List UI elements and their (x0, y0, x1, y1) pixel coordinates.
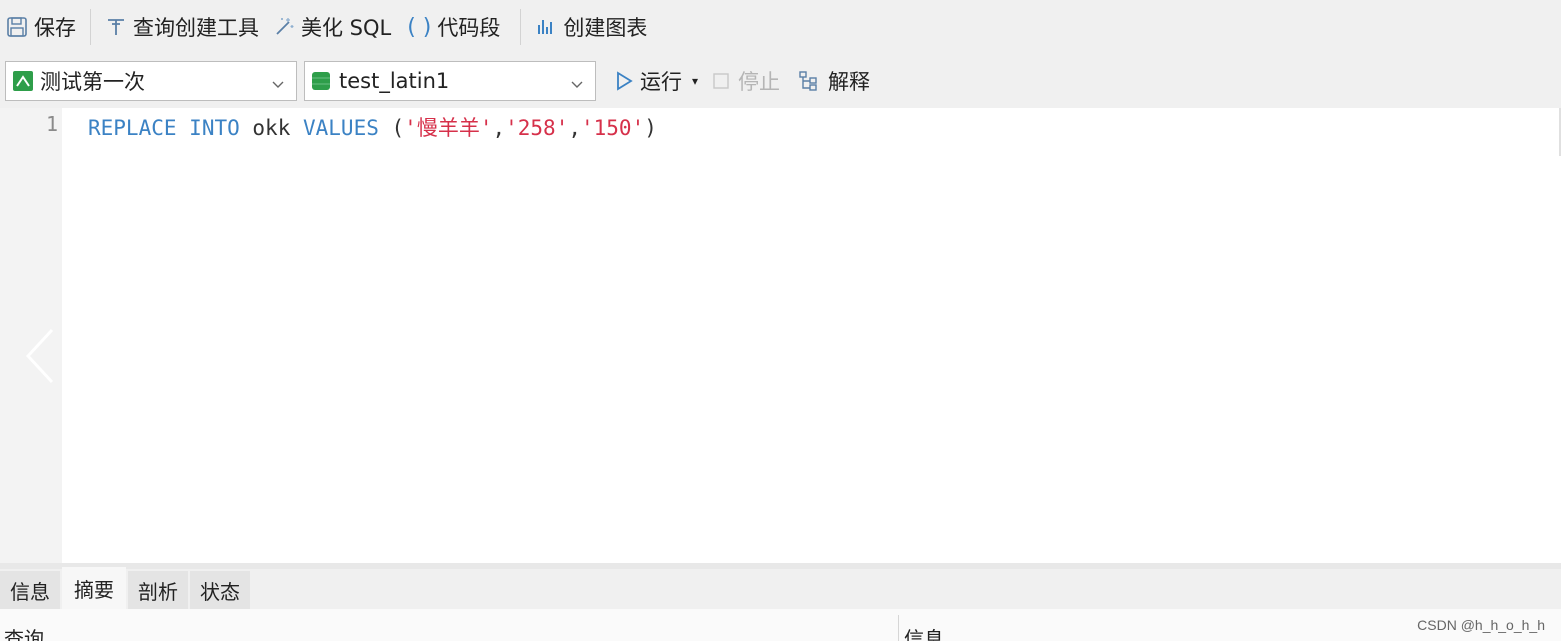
code-snippet-icon: ( ) (407, 14, 432, 40)
beautify-icon (273, 16, 295, 38)
sql-string: '慢羊羊' (404, 116, 493, 140)
tab-status[interactable]: 状态 (190, 571, 250, 609)
connection-icon (12, 70, 34, 92)
save-label: 保存 (34, 16, 76, 40)
sql-comma: , (492, 116, 506, 140)
run-label: 运行 (640, 70, 682, 94)
query-builder-icon (105, 16, 127, 38)
sql-paren: ) (644, 116, 657, 140)
query-builder-label: 查询创建工具 (133, 16, 259, 40)
dropdown-arrow-icon[interactable]: ▾ (692, 74, 698, 88)
sql-editor[interactable]: 1 REPLACE INTO okk VALUES ('慢羊羊','258','… (0, 108, 1561, 563)
toolbar-divider (90, 9, 91, 45)
beautify-sql-button[interactable]: 美化 SQL (273, 9, 391, 45)
beautify-sql-label: 美化 SQL (301, 16, 392, 40)
sql-keyword: REPLACE (88, 116, 177, 140)
line-number: 1 (45, 112, 58, 136)
watermark: CSDN @h_h_o_h_h (1417, 617, 1545, 633)
run-icon (614, 70, 634, 92)
connection-select[interactable]: 测试第一次 (5, 61, 297, 101)
save-icon (6, 16, 28, 38)
explain-icon (798, 70, 822, 92)
sql-paren: ( (391, 116, 405, 140)
sql-table-name: okk (252, 116, 291, 140)
database-icon (311, 70, 331, 92)
main-toolbar: 保存 查询创建工具 美化 SQL ( ) 代码段 创建图表 (0, 0, 1561, 54)
sql-string: '258' (505, 116, 569, 140)
column-divider[interactable] (898, 615, 899, 641)
sql-comma: , (568, 116, 581, 140)
stop-button[interactable]: 停止 (712, 66, 780, 96)
database-select[interactable]: test_latin1 (304, 61, 596, 101)
query-toolbar: 测试第一次 test_latin1 运行 ▾ 停止 解释 (0, 54, 1561, 108)
column-header-info[interactable]: 信息 (904, 623, 944, 641)
tab-summary[interactable]: 摘要 (62, 567, 126, 609)
explain-label: 解释 (828, 70, 871, 94)
code-snippet-button[interactable]: ( ) 代码段 (407, 9, 500, 45)
chevron-down-icon (270, 73, 286, 97)
stop-icon (712, 72, 730, 90)
explain-button[interactable]: 解释 (798, 66, 870, 96)
result-tabs: 信息 摘要 剖析 状态 (0, 567, 1561, 609)
stop-label: 停止 (738, 70, 781, 94)
create-chart-label: 创建图表 (563, 16, 648, 40)
sql-string: '150' (581, 116, 645, 140)
toolbar-divider (520, 9, 522, 45)
tab-profile[interactable]: 剖析 (128, 571, 188, 609)
chevron-down-icon (569, 73, 585, 97)
query-builder-button[interactable]: 查询创建工具 (105, 9, 259, 45)
database-select-value: test_latin1 (339, 69, 450, 93)
save-button[interactable]: 保存 (6, 9, 76, 45)
connection-select-value: 测试第一次 (40, 70, 145, 94)
create-chart-button[interactable]: 创建图表 (535, 9, 647, 45)
sql-keyword: VALUES (303, 116, 379, 140)
column-header-query[interactable]: 查询 (4, 623, 44, 641)
code-snippet-label: 代码段 (437, 16, 501, 40)
chart-icon (535, 16, 557, 38)
sql-keyword: INTO (189, 116, 240, 140)
run-button[interactable]: 运行 ▾ (614, 66, 698, 96)
sql-code-line[interactable]: REPLACE INTO okk VALUES ('慢羊羊','258','15… (88, 112, 657, 142)
tab-info[interactable]: 信息 (0, 571, 60, 609)
chevron-left-icon[interactable] (22, 326, 58, 390)
result-header: 查询 信息 (0, 609, 1561, 641)
